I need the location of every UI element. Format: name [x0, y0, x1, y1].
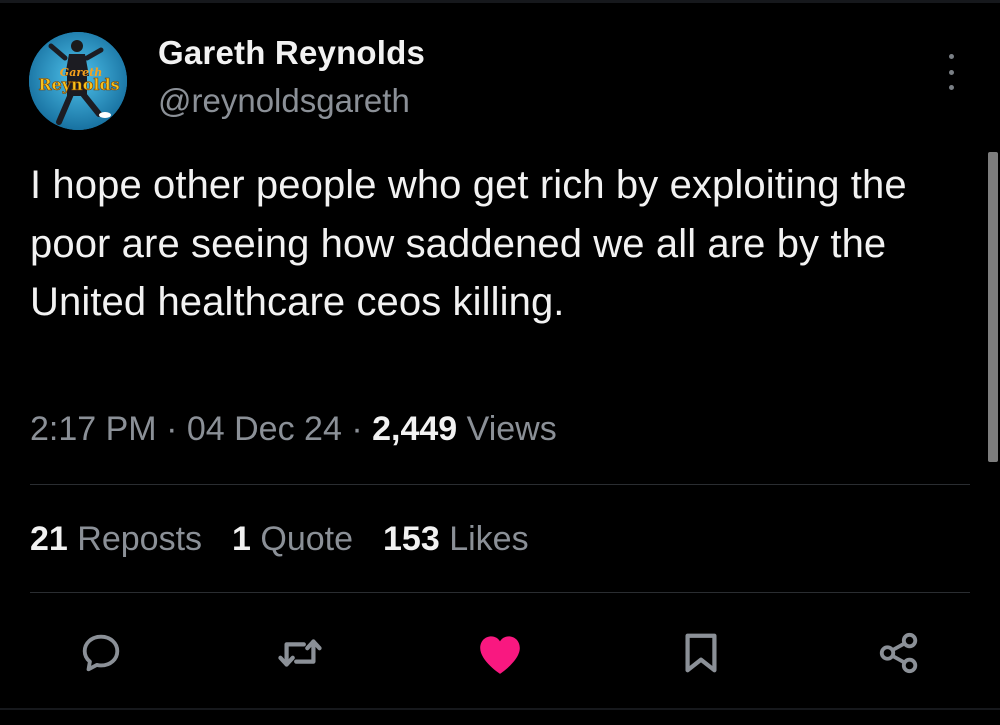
tweet-meta: 2:17 PM · 04 Dec 24 · 2,449 Views — [30, 410, 557, 449]
likes-stat[interactable]: 153 Likes — [383, 520, 529, 559]
reply-button[interactable] — [76, 628, 126, 678]
like-button[interactable] — [475, 628, 525, 678]
more-dot-icon — [948, 69, 954, 75]
divider — [30, 592, 970, 593]
speech-bubble-icon — [82, 634, 120, 672]
meta-separator: · — [351, 410, 363, 448]
repost-arrows-icon — [278, 639, 322, 667]
top-divider — [0, 0, 1000, 3]
tweet-text: I hope other people who get rich by expl… — [30, 163, 907, 324]
quotes-count: 1 — [232, 520, 251, 558]
likes-count: 153 — [383, 520, 440, 558]
meta-separator: · — [166, 410, 178, 448]
tweet-date[interactable]: 04 Dec 24 — [187, 410, 342, 448]
author-name[interactable]: Gareth Reynolds — [158, 34, 425, 72]
bookmark-icon — [685, 633, 717, 673]
avatar[interactable]: Gareth Reynolds — [29, 32, 127, 130]
avatar-image: Gareth Reynolds — [29, 32, 127, 130]
tweet-time[interactable]: 2:17 PM — [30, 410, 157, 448]
more-dot-icon — [948, 85, 954, 90]
heart-icon — [480, 636, 520, 674]
tweet-detail: Gareth Reynolds Gareth Reynolds @reynold… — [0, 0, 1000, 725]
bookmark-button[interactable] — [676, 628, 726, 678]
share-button[interactable] — [874, 628, 924, 678]
reposts-stat[interactable]: 21 Reposts — [30, 520, 202, 559]
likes-label: Likes — [449, 520, 529, 558]
divider — [30, 484, 970, 485]
reposts-count: 21 — [30, 520, 68, 558]
author-handle[interactable]: @reynoldsgareth — [158, 82, 410, 120]
scrollbar[interactable] — [988, 152, 998, 462]
share-icon — [879, 632, 918, 674]
bottom-divider — [0, 708, 1000, 710]
reposts-label: Reposts — [77, 520, 203, 558]
engagement-stats: 21 Reposts 1 Quote 153 Likes — [30, 520, 559, 559]
more-dot-icon — [948, 54, 954, 59]
repost-button[interactable] — [275, 628, 325, 678]
more-options-button[interactable] — [936, 54, 966, 90]
views-label[interactable]: Views — [467, 410, 557, 448]
views-count[interactable]: 2,449 — [372, 410, 457, 448]
quotes-label: Quote — [260, 520, 354, 558]
avatar-logo-bottom: Reynolds — [38, 75, 119, 94]
quotes-stat[interactable]: 1 Quote — [232, 520, 353, 559]
action-bar — [0, 628, 1000, 678]
